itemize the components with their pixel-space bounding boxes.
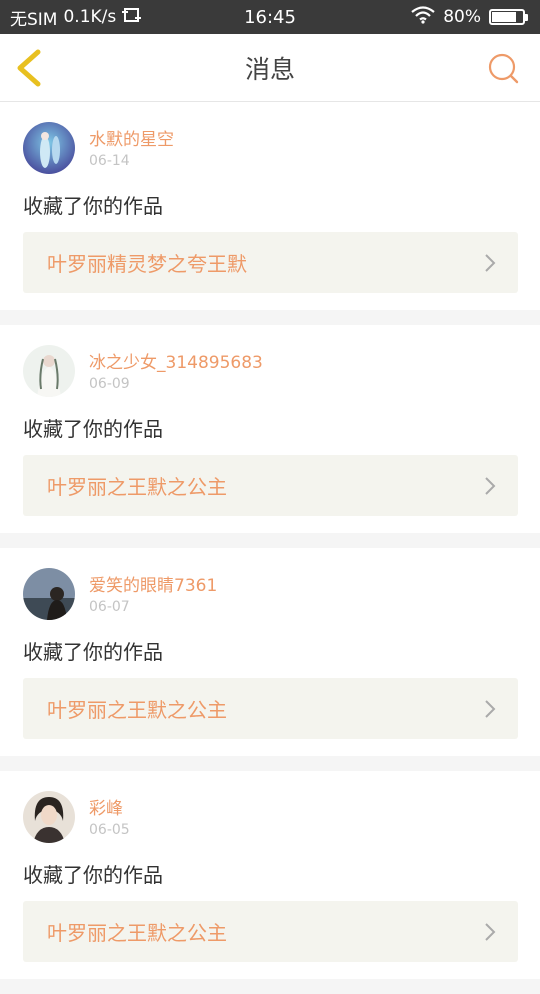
work-link[interactable]: 叶罗丽之王默之公主 [23,901,518,962]
message-action: 收藏了你的作品 [23,194,163,218]
username[interactable]: 冰之少女_314895683 [89,348,263,373]
avatar[interactable] [23,568,75,620]
message-list: 水默的星空 06-14 收藏了你的作品 叶罗丽精灵梦之夸王默 冰之少女_3148… [0,102,540,994]
status-right: 80% [411,0,528,34]
message-date: 06-14 [89,153,130,169]
work-title: 叶罗丽精灵梦之夸王默 [47,252,247,276]
work-link[interactable]: 叶罗丽之王默之公主 [23,678,518,739]
work-title: 叶罗丽之王默之公主 [47,475,227,499]
work-title: 叶罗丽之王默之公主 [47,921,227,945]
username[interactable]: 彩峰 [89,794,123,819]
search-icon [488,53,519,84]
avatar[interactable] [23,345,75,397]
message-action: 收藏了你的作品 [23,863,163,887]
message-card: 水默的星空 06-14 收藏了你的作品 叶罗丽精灵梦之夸王默 [0,102,540,310]
chevron-right-icon [485,477,496,495]
work-link[interactable]: 叶罗丽精灵梦之夸王默 [23,232,518,293]
header: 消息 [0,34,540,102]
username[interactable]: 爱笑的眼睛7361 [89,571,217,596]
work-link[interactable]: 叶罗丽之王默之公主 [23,455,518,516]
message-date: 06-05 [89,822,130,838]
work-title: 叶罗丽之王默之公主 [47,698,227,722]
username[interactable]: 水默的星空 [89,125,174,150]
search-button[interactable] [486,51,522,87]
battery-icon [489,9,528,25]
chevron-right-icon [485,923,496,941]
chevron-right-icon [485,254,496,272]
avatar[interactable] [23,122,75,174]
message-date: 06-07 [89,599,130,615]
page-title: 消息 [244,55,295,84]
status-bar: 无SIM 0.1K/s 16:45 80% [0,0,540,34]
message-card: 冰之少女_314895683 06-09 收藏了你的作品 叶罗丽之王默之公主 [0,325,540,533]
message-action: 收藏了你的作品 [23,417,163,441]
battery-percent: 80% [443,7,481,27]
avatar[interactable] [23,791,75,843]
message-action: 收藏了你的作品 [23,640,163,664]
wifi-icon [411,5,435,29]
message-card: 爱笑的眼睛7361 06-07 收藏了你的作品 叶罗丽之王默之公主 [0,548,540,756]
chevron-right-icon [485,700,496,718]
message-card: 彩峰 06-05 收藏了你的作品 叶罗丽之王默之公主 [0,771,540,979]
message-date: 06-09 [89,376,130,392]
